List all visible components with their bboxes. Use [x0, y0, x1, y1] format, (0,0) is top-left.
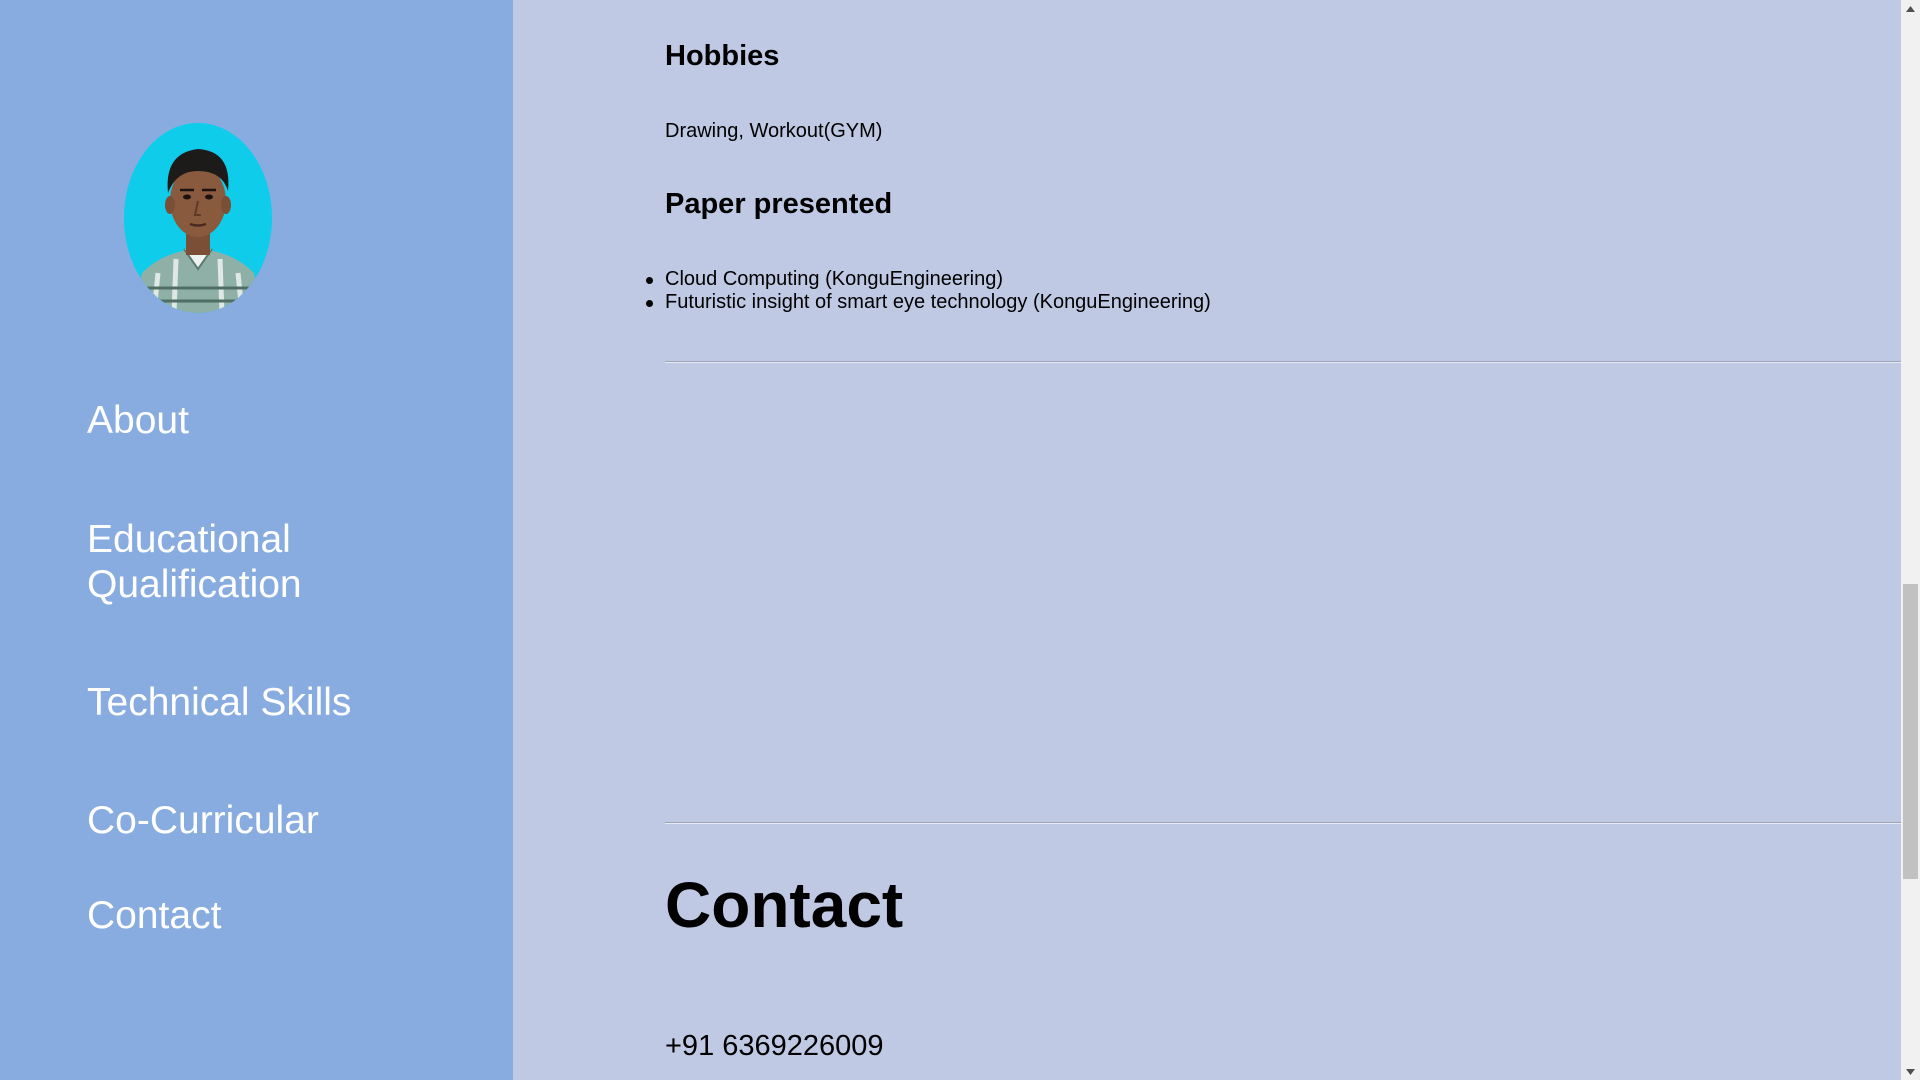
vertical-scrollbar[interactable]: [1901, 0, 1920, 1080]
phone-number: +91 6369226009: [665, 1030, 884, 1062]
section-divider: [665, 361, 1901, 363]
papers-heading: Paper presented: [665, 188, 893, 220]
section-divider: [665, 822, 1901, 824]
sidebar: About Educational Qualification Technica…: [0, 0, 513, 1080]
papers-list: Cloud Computing (KonguEngineering) Futur…: [646, 268, 1211, 314]
list-item: Cloud Computing (KonguEngineering): [646, 268, 1211, 291]
main-content: Hobbies Drawing, Workout(GYM) Paper pres…: [513, 0, 1901, 1080]
nav-about[interactable]: About: [87, 398, 467, 443]
hobbies-text: Drawing, Workout(GYM): [665, 120, 883, 142]
profile-photo-icon: [124, 123, 272, 313]
scroll-up-arrow-icon[interactable]: [1901, 0, 1920, 17]
nav-educational-qualification[interactable]: Educational Qualification: [87, 517, 467, 607]
nav-contact[interactable]: Contact: [87, 893, 467, 938]
avatar: [124, 123, 272, 313]
page: About Educational Qualification Technica…: [0, 0, 1920, 1080]
nav-co-curricular[interactable]: Co-Curricular: [87, 798, 467, 843]
scroll-down-arrow-icon[interactable]: [1901, 1063, 1920, 1080]
contact-heading: Contact: [665, 869, 904, 941]
nav-technical-skills[interactable]: Technical Skills: [87, 680, 467, 725]
scrollbar-thumb[interactable]: [1903, 584, 1918, 879]
hobbies-heading: Hobbies: [665, 40, 780, 72]
list-item: Futuristic insight of smart eye technolo…: [646, 291, 1211, 313]
